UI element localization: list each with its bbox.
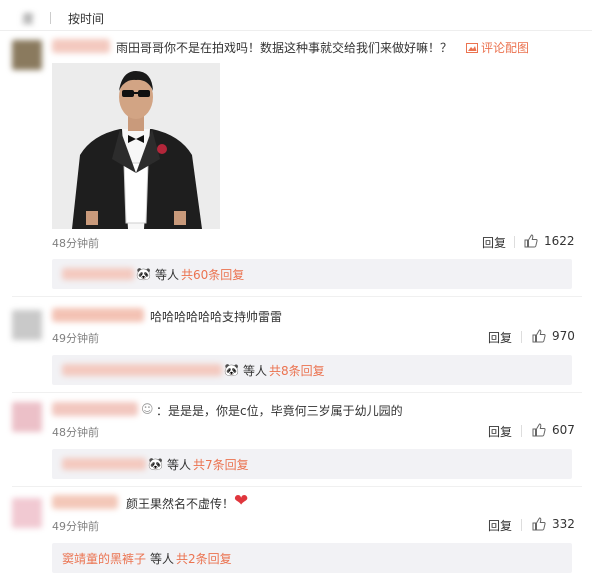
sort-by-hot[interactable]: 度 bbox=[22, 10, 34, 27]
action-divider bbox=[521, 331, 522, 343]
comment-text: 颜王果然名不虚传！ bbox=[126, 497, 235, 511]
username[interactable] bbox=[52, 308, 144, 322]
image-icon bbox=[466, 42, 478, 53]
like-button[interactable]: 607 bbox=[532, 423, 575, 437]
thumbs-up-icon bbox=[524, 234, 538, 248]
reply-button[interactable]: 回复 bbox=[488, 329, 512, 346]
reply-button[interactable]: 回复 bbox=[488, 423, 512, 440]
avatar[interactable] bbox=[12, 498, 42, 528]
reply-suffix: 等人 bbox=[150, 551, 175, 566]
like-count: 332 bbox=[552, 517, 575, 531]
comment-photo-label: 评论配图 bbox=[481, 41, 530, 55]
username[interactable] bbox=[52, 402, 138, 416]
like-button[interactable]: 1622 bbox=[524, 234, 575, 248]
action-divider bbox=[521, 425, 522, 437]
comment-time: 48分钟前 bbox=[52, 426, 99, 439]
reply-suffix: 等人 bbox=[242, 363, 267, 378]
reply-suffix: 等人 bbox=[166, 457, 191, 472]
avatar[interactable] bbox=[12, 40, 42, 70]
reply-button[interactable]: 回复 bbox=[488, 517, 512, 534]
reply-button[interactable]: 回复 bbox=[482, 234, 506, 251]
panda-emoji-icon: 🐼 bbox=[148, 457, 163, 471]
comment-time: 48分钟前 bbox=[52, 237, 99, 250]
comment-time: 49分钟前 bbox=[52, 520, 99, 533]
reply-user[interactable] bbox=[62, 458, 146, 470]
replies-summary[interactable]: 🐼 等人 共60条回复 bbox=[52, 259, 572, 289]
like-count: 607 bbox=[552, 423, 575, 437]
reply-count-link[interactable]: 共7条回复 bbox=[193, 456, 249, 473]
replies-summary[interactable]: 窦靖童的黑裤子 等人 共2条回复 bbox=[52, 543, 572, 573]
like-button[interactable]: 970 bbox=[532, 329, 575, 343]
emoji-icon: ☺ bbox=[141, 402, 154, 416]
comment-text: 哈哈哈哈哈哈支持帅雷雷 bbox=[150, 310, 283, 324]
thumbs-up-icon bbox=[532, 329, 546, 343]
reply-count-link[interactable]: 共8条回复 bbox=[269, 362, 325, 379]
comment-text: ：是是是，你是c位，毕竟何三岁属于幼儿园的 bbox=[156, 404, 403, 418]
sort-divider bbox=[50, 12, 51, 24]
panda-emoji-icon: 🐼 bbox=[224, 363, 239, 377]
reply-count-link[interactable]: 共2条回复 bbox=[176, 550, 232, 567]
thumbs-up-icon bbox=[532, 423, 546, 437]
thumbs-up-icon bbox=[532, 517, 546, 531]
comment-divider bbox=[12, 486, 582, 487]
avatar[interactable] bbox=[12, 310, 42, 340]
comment-time: 49分钟前 bbox=[52, 332, 99, 345]
panda-emoji-icon: 🐼 bbox=[136, 267, 151, 281]
username[interactable] bbox=[52, 495, 118, 509]
heart-icon: ❤ bbox=[234, 491, 249, 511]
comment-text: 雨田哥哥你不是在拍戏吗！数据这种事就交给我们来做好嘛！？ bbox=[116, 41, 453, 55]
avatar[interactable] bbox=[12, 402, 42, 432]
username[interactable] bbox=[52, 39, 110, 53]
like-button[interactable]: 332 bbox=[532, 517, 575, 531]
action-divider bbox=[521, 519, 522, 531]
comment-image[interactable] bbox=[52, 63, 220, 229]
replies-summary[interactable]: 🐼 等人 共8条回复 bbox=[52, 355, 572, 385]
comment-photo-link[interactable]: 评论配图 bbox=[466, 39, 529, 56]
top-divider bbox=[0, 30, 592, 31]
reply-user[interactable] bbox=[62, 364, 222, 376]
reply-user[interactable] bbox=[62, 268, 134, 280]
comment-divider bbox=[12, 392, 582, 393]
man-in-tuxedo-photo bbox=[52, 63, 220, 229]
reply-suffix: 等人 bbox=[154, 267, 179, 282]
like-count: 970 bbox=[552, 329, 575, 343]
reply-count-link[interactable]: 共60条回复 bbox=[181, 266, 244, 283]
replies-summary[interactable]: 🐼 等人 共7条回复 bbox=[52, 449, 572, 479]
action-divider bbox=[514, 236, 515, 248]
like-count: 1622 bbox=[544, 234, 575, 248]
comment-divider bbox=[12, 296, 582, 297]
reply-user[interactable]: 窦靖童的黑裤子 bbox=[62, 550, 146, 567]
sort-by-time[interactable]: 按时间 bbox=[68, 10, 104, 27]
